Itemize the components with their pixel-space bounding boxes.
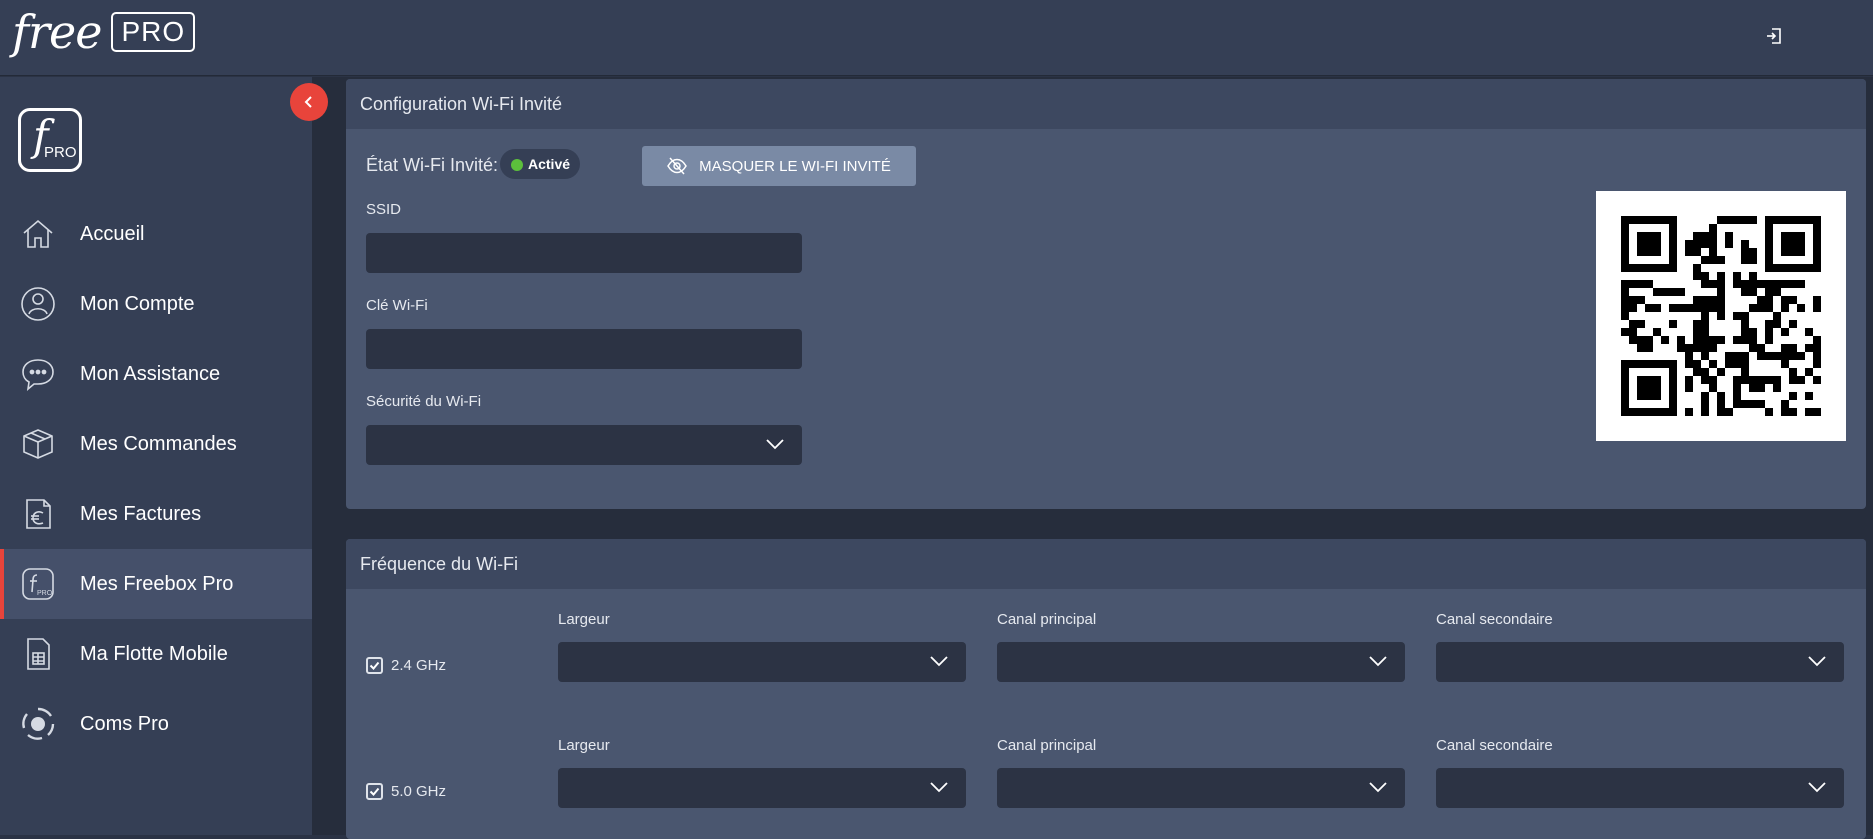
band-5-0-width-select[interactable]	[558, 768, 966, 808]
status-badge-text: Activé	[528, 156, 571, 172]
sidebar-item-mes-commandes[interactable]: Mes Commandes	[0, 409, 312, 479]
band-2-4-label: 2.4 GHz	[391, 657, 447, 674]
wifi-security-select[interactable]	[366, 425, 802, 465]
main-channel-label: Canal principal	[997, 737, 1097, 754]
top-bar: free PRO	[0, 0, 1873, 76]
status-badge: Activé	[500, 149, 581, 179]
chevron-left-icon	[304, 96, 312, 108]
chevron-down-icon	[930, 656, 948, 667]
band-2-4-width-select[interactable]	[558, 642, 966, 682]
chevron-down-icon	[1808, 656, 1826, 667]
wifi-key-input[interactable]	[366, 329, 802, 369]
band-5-0-label: 5.0 GHz	[391, 783, 447, 800]
ssid-label: SSID	[366, 201, 402, 218]
collapse-sidebar-button[interactable]	[290, 83, 328, 121]
logo-free-text: free	[12, 5, 102, 59]
sidebar-item-label: Mon Compte	[80, 292, 195, 315]
svg-text:PRO: PRO	[37, 590, 53, 597]
guest-wifi-card-title: Configuration Wi-Fi Invité	[346, 79, 1866, 129]
hide-guest-wifi-label: MASQUER LE WI-FI INVITÉ	[699, 157, 891, 175]
wifi-security-label: Sécurité du Wi-Fi	[366, 393, 482, 410]
wifi-frequency-card: Fréquence du Wi-Fi 2.4 GHz Largeur Canal…	[346, 539, 1866, 839]
chevron-down-icon	[1369, 782, 1387, 793]
width-label: Largeur	[558, 737, 610, 754]
logout-icon[interactable]	[1764, 26, 1784, 46]
status-dot	[511, 159, 523, 171]
sidebar-item-ma-flotte-mobile[interactable]: Ma Flotte Mobile	[0, 619, 312, 689]
freebox-pro-icon: PRO	[22, 568, 54, 600]
coms-icon	[22, 707, 55, 740]
sidebar-item-mes-freebox-pro[interactable]: PRO Mes Freebox Pro	[0, 549, 312, 619]
sidebar-item-label: Accueil	[80, 222, 145, 245]
band-2-4-secondary-channel-select[interactable]	[1436, 642, 1844, 682]
ssid-input[interactable]	[366, 233, 802, 273]
band-5-0-secondary-channel-select[interactable]	[1436, 768, 1844, 808]
home-icon	[23, 219, 53, 248]
sidebar-item-label: Coms Pro	[80, 712, 169, 735]
sidebar-item-label: Mes Commandes	[80, 432, 237, 455]
wifi-frequency-card-title: Fréquence du Wi-Fi	[346, 539, 1866, 589]
secondary-channel-label: Canal secondaire	[1436, 611, 1553, 628]
sidebar-item-mon-compte[interactable]: Mon Compte	[0, 269, 312, 339]
logo-pro-badge: PRO	[111, 12, 196, 52]
sidebar-item-label: Mes Factures	[80, 502, 202, 525]
checkmark-icon	[369, 787, 380, 796]
band-5-0-checkbox[interactable]	[366, 783, 383, 800]
sidebar-item-label: Mon Assistance	[80, 362, 221, 385]
sidebar-nav: Accueil Mon Compte Mon Assistance Mes Co…	[0, 199, 312, 759]
band-2-4-checkbox[interactable]	[366, 657, 383, 674]
invoice-euro-icon	[26, 499, 51, 529]
chevron-down-icon	[1808, 782, 1826, 793]
sim-card-icon	[27, 638, 50, 670]
sidebar-item-coms-pro[interactable]: Coms Pro	[0, 689, 312, 759]
guest-wifi-state-label: État Wi-Fi Invité:	[366, 155, 499, 175]
sidebar-item-label: Mes Freebox Pro	[80, 572, 234, 595]
freebox-pro-logo: f PRO	[18, 108, 82, 172]
user-icon	[21, 287, 55, 321]
chat-icon	[22, 359, 54, 391]
free-pro-logo[interactable]: free PRO	[12, 5, 196, 59]
eye-off-icon	[667, 157, 688, 175]
checkmark-icon	[369, 661, 380, 670]
guest-wifi-card: Configuration Wi-Fi Invité État Wi-Fi In…	[346, 79, 1866, 509]
hide-guest-wifi-button[interactable]: MASQUER LE WI-FI INVITÉ	[642, 146, 916, 186]
main-channel-label: Canal principal	[997, 611, 1097, 628]
box-icon	[23, 429, 53, 459]
sidebar-item-accueil[interactable]: Accueil	[0, 199, 312, 269]
sidebar-item-label: Ma Flotte Mobile	[80, 642, 228, 665]
band-2-4-main-channel-select[interactable]	[997, 642, 1405, 682]
chevron-down-icon	[930, 782, 948, 793]
secondary-channel-label: Canal secondaire	[1436, 737, 1553, 754]
width-label: Largeur	[558, 611, 610, 628]
wifi-key-label: Clé Wi-Fi	[366, 297, 428, 314]
side-logo-pro: PRO	[44, 144, 77, 161]
chevron-down-icon	[766, 439, 784, 450]
sidebar-item-mon-assistance[interactable]: Mon Assistance	[0, 339, 312, 409]
band-5-0-main-channel-select[interactable]	[997, 768, 1405, 808]
chevron-down-icon	[1369, 656, 1387, 667]
sidebar-item-mes-factures[interactable]: Mes Factures	[0, 479, 312, 549]
qr-code	[1596, 191, 1846, 441]
